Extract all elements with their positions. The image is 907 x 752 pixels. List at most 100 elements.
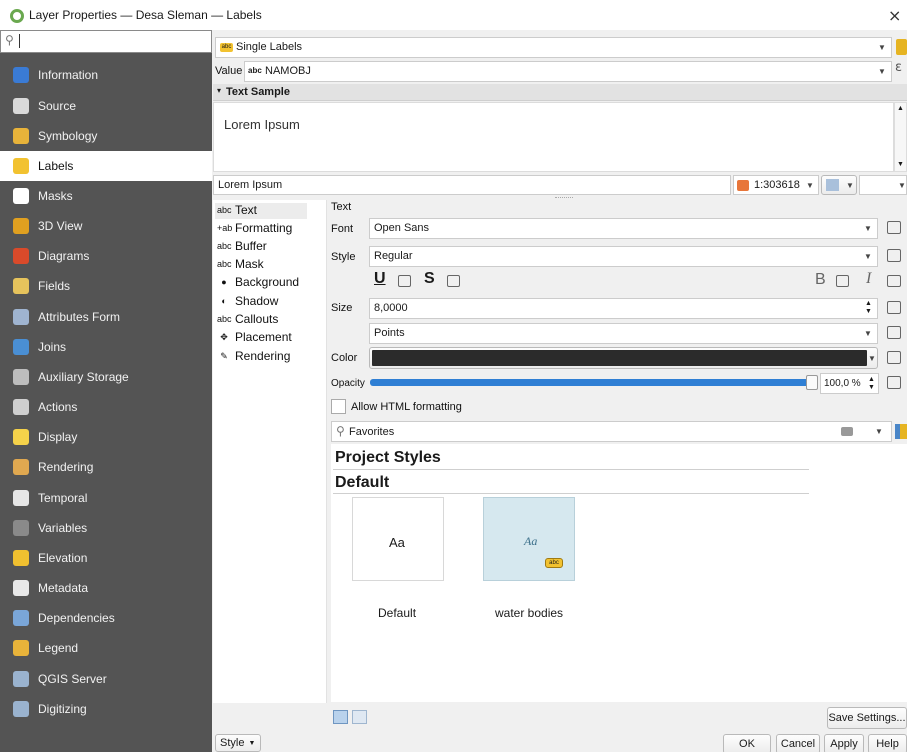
sidebar-item-auxiliary-storage[interactable]: Auxiliary Storage — [0, 362, 212, 392]
size-spinbox[interactable]: 8,0000 ▲ ▼ — [369, 298, 878, 319]
data-defined-override-icon[interactable] — [447, 275, 460, 287]
data-defined-override-icon[interactable] — [398, 275, 411, 287]
tab-rendering[interactable]: ✎ Rendering — [217, 349, 290, 363]
formatting-icon: +ab — [217, 223, 233, 233]
heading-rule — [333, 469, 809, 470]
font-select[interactable]: Open Sans ▼ — [369, 218, 878, 239]
text-sample-title: Text Sample — [226, 86, 290, 98]
clear-search-icon[interactable] — [841, 427, 853, 436]
sidebar-item-dependencies[interactable]: Dependencies — [0, 603, 212, 633]
sidebar-item-elevation[interactable]: Elevation — [0, 543, 212, 573]
style-card-water-bodies[interactable]: Aa abc — [483, 497, 575, 581]
data-defined-override-icon[interactable] — [836, 275, 849, 287]
allow-html-label: Allow HTML formatting — [351, 401, 462, 413]
tab-mask[interactable]: abc Mask — [217, 257, 264, 271]
allow-html-checkbox[interactable] — [331, 399, 346, 414]
sidebar-item-variables[interactable]: Variables — [0, 513, 212, 543]
preview-color-select[interactable]: ▼ — [859, 175, 907, 195]
sample-text-input[interactable]: Lorem Ipsum — [213, 175, 731, 195]
sidebar-item-display[interactable]: Display — [0, 422, 212, 452]
sidebar-item-label: Labels — [38, 159, 74, 173]
size-unit-select[interactable]: Points ▼ — [369, 323, 878, 344]
default-group-heading: Default — [335, 474, 390, 491]
sidebar-item-attributes-form[interactable]: Attributes Form — [0, 302, 212, 332]
bold-button[interactable]: B — [815, 271, 826, 289]
favorites-search-input[interactable]: ⚲ Favorites ▼ — [331, 421, 892, 442]
sidebar-item-legend[interactable]: Legend — [0, 633, 212, 663]
sidebar-item-qgis-server[interactable]: QGIS Server — [0, 664, 212, 694]
sidebar-item-info[interactable]: Information — [0, 60, 212, 90]
tab-placement[interactable]: ✥ Placement — [217, 330, 292, 344]
icon-view-button[interactable] — [333, 710, 348, 724]
tab-label: Placement — [235, 330, 292, 344]
label-mode-select[interactable]: abc Single Labels ▼ — [215, 37, 892, 58]
sidebar-item-3d-view[interactable]: 3D View — [0, 211, 212, 241]
text-sample-header[interactable]: ▾ Text Sample — [213, 84, 907, 101]
attributes-form-icon — [11, 307, 31, 327]
placement-icon: ✥ — [220, 331, 228, 342]
sidebar-item-digitizing[interactable]: Digitizing — [0, 694, 212, 724]
title-bar: Layer Properties — Desa Sleman — Labels … — [0, 0, 907, 30]
text-section-title: Text — [331, 201, 352, 213]
strikeout-button[interactable]: S — [424, 270, 435, 288]
style-manager-icon[interactable] — [895, 424, 907, 439]
cancel-button[interactable]: Cancel — [776, 734, 820, 752]
sidebar-item-symbology[interactable]: Symbology — [0, 121, 212, 151]
opacity-slider-track[interactable] — [370, 379, 818, 386]
tab-callouts[interactable]: abc Callouts — [217, 312, 278, 326]
sidebar-item-actions[interactable]: Actions — [0, 392, 212, 422]
background-color-button[interactable]: ▼ — [821, 175, 857, 195]
save-settings-button[interactable]: Save Settings... — [827, 707, 907, 729]
masks-icon — [11, 186, 31, 206]
tab-background[interactable]: ● Background — [217, 275, 299, 289]
preview-scrollbar[interactable]: ▲ ▼ — [894, 102, 907, 172]
data-defined-override-icon[interactable] — [887, 249, 901, 262]
data-defined-override-icon[interactable] — [887, 275, 901, 287]
data-defined-override-icon[interactable] — [887, 376, 901, 389]
opacity-slider-handle[interactable] — [806, 375, 818, 390]
apply-button[interactable]: Apply — [824, 734, 864, 752]
style-preview-default: Aa — [389, 535, 405, 550]
splitter-handle[interactable] — [555, 197, 573, 199]
data-defined-override-icon[interactable] — [887, 301, 901, 314]
sidebar-item-fields[interactable]: Fields — [0, 271, 212, 301]
value-field-select[interactable]: abc NAMOBJ ▼ — [244, 61, 892, 82]
color-button[interactable]: ▼ — [369, 347, 878, 369]
style-select[interactable]: Regular ▼ — [369, 246, 878, 267]
sidebar-item-rendering[interactable]: Rendering — [0, 452, 212, 482]
tab-formatting[interactable]: +ab Formatting — [217, 221, 292, 235]
data-defined-override-icon[interactable] — [887, 326, 901, 339]
sidebar-item-joins[interactable]: Joins — [0, 332, 212, 362]
label-tools-icon[interactable] — [896, 39, 907, 55]
metadata-icon — [11, 578, 31, 598]
style-menu-button[interactable]: Style ▼ — [215, 734, 261, 752]
search-icon: ⚲ — [336, 424, 345, 438]
sidebar-item-source[interactable]: Source — [0, 91, 212, 121]
ok-button[interactable]: OK — [723, 734, 771, 752]
sidebar-item-labels[interactable]: Labels — [0, 151, 212, 181]
sidebar-item-temporal[interactable]: Temporal — [0, 483, 212, 513]
sidebar-item-metadata[interactable]: Metadata — [0, 573, 212, 603]
tab-label: Background — [235, 275, 300, 289]
expression-button[interactable]: ε — [895, 60, 902, 75]
font-label: Font — [331, 223, 354, 235]
style-card-default[interactable]: Aa — [352, 497, 444, 581]
italic-button[interactable]: I — [866, 270, 871, 288]
tab-buffer[interactable]: abc Buffer — [217, 239, 267, 253]
opacity-spinbox[interactable]: 100,0 % ▲ ▼ — [820, 373, 879, 394]
tab-text[interactable]: abc Text — [217, 203, 257, 217]
sidebar-item-masks[interactable]: Masks — [0, 181, 212, 211]
underline-button[interactable]: U — [374, 270, 386, 288]
help-button[interactable]: Help — [868, 734, 907, 752]
list-view-button[interactable] — [352, 710, 367, 724]
scale-select[interactable]: 1:303618 ▼ — [733, 175, 819, 195]
tab-shadow[interactable]: ◐ Shadow — [217, 294, 278, 308]
reset-scale-icon — [737, 180, 749, 191]
sidebar-search-input[interactable]: ⚲ — [0, 30, 212, 53]
pointer-icon — [826, 179, 839, 191]
data-defined-override-icon[interactable] — [887, 221, 901, 234]
sidebar-item-diagrams[interactable]: Diagrams — [0, 241, 212, 271]
tab-label: Text — [235, 203, 258, 217]
close-window-button[interactable]: × — [888, 6, 901, 25]
data-defined-override-icon[interactable] — [887, 351, 901, 364]
